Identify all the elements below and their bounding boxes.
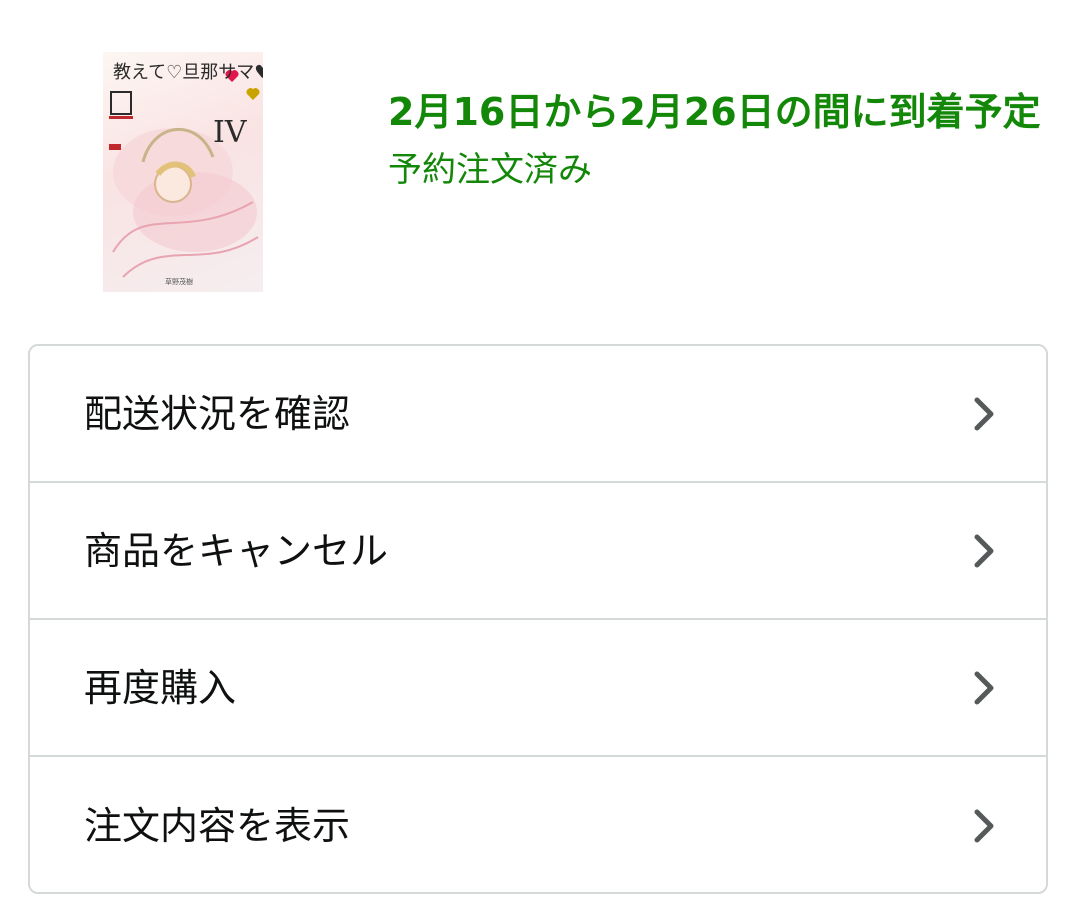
- buy-again-label: 再度購入: [84, 665, 237, 710]
- view-order-details-button[interactable]: 注文内容を表示: [30, 757, 1046, 892]
- cancel-item-button[interactable]: 商品をキャンセル: [30, 483, 1046, 620]
- cover-title-text: 教えて♡旦那サマ♥: [113, 62, 263, 83]
- track-package-button[interactable]: 配送状況を確認: [30, 346, 1046, 483]
- chevron-right-icon: [974, 809, 994, 842]
- order-status: 予約注文済み: [388, 150, 592, 190]
- track-package-label: 配送状況を確認: [84, 391, 351, 436]
- order-header: 教えて♡旦那サマ♥ IV 草野茂樹 2月16日から2月26日の間に到着予定 予約…: [0, 0, 1080, 330]
- cover-artwork: 教えて♡旦那サマ♥ IV 草野茂樹: [109, 62, 263, 286]
- view-order-details-label: 注文内容を表示: [84, 803, 351, 848]
- buy-again-button[interactable]: 再度購入: [30, 620, 1046, 757]
- delivery-info: 2月16日から2月26日の間に到着予定 予約注文済み: [388, 84, 1048, 192]
- chevron-right-icon: [974, 397, 994, 430]
- delivery-date: 2月16日から2月26日の間に到着予定: [388, 90, 1041, 134]
- order-actions-list: 配送状況を確認 商品をキャンセル 再度購入 注文内容を表示: [28, 344, 1048, 894]
- cancel-item-label: 商品をキャンセル: [84, 528, 389, 573]
- cover-publisher-text: 草野茂樹: [165, 277, 193, 286]
- chevron-right-icon: [974, 671, 994, 704]
- chevron-right-icon: [974, 534, 994, 567]
- cover-volume-text: IV: [213, 115, 248, 150]
- product-cover-image[interactable]: 教えて♡旦那サマ♥ IV 草野茂樹: [103, 52, 263, 292]
